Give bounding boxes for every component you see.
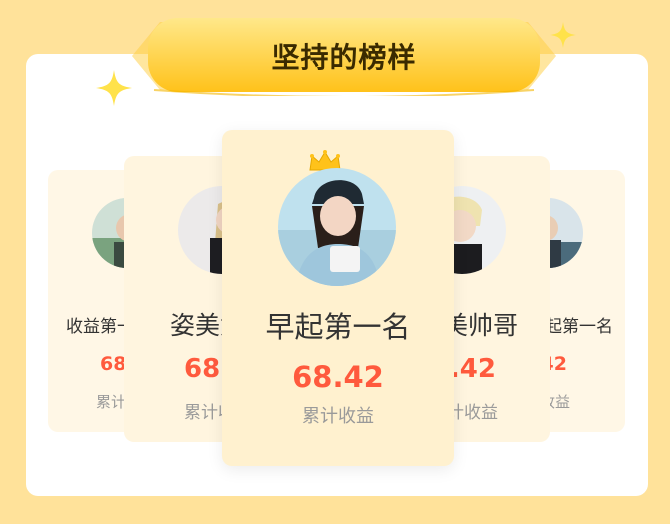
ranking-card-featured[interactable]: 早起第一名 68.42 累计收益 (222, 130, 454, 466)
title-banner: 坚持的榜样 (130, 16, 558, 96)
card-label: 累计收益 (302, 406, 374, 427)
card-name: 早起第一名 (265, 310, 411, 344)
avatar (278, 168, 396, 286)
card-value: 68.42 (292, 360, 384, 394)
sparkle-icon (96, 70, 132, 106)
page-title: 坚持的榜样 (271, 41, 417, 74)
